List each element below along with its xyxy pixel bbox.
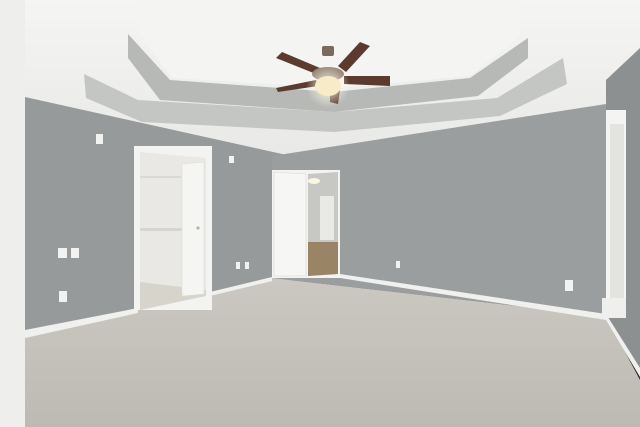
thermostat[interactable]	[96, 134, 103, 144]
fan-light	[315, 76, 341, 96]
wall-outlet-left-1[interactable]	[58, 248, 67, 258]
closet-shelf-top	[140, 176, 184, 178]
window-blinds[interactable]	[610, 124, 624, 302]
wall-outlet-back[interactable]	[396, 261, 400, 268]
hallway-door[interactable]	[273, 171, 307, 277]
left-column	[0, 0, 25, 427]
window-sill	[602, 298, 626, 318]
hallway-far-door	[320, 196, 334, 240]
wall-outlet-mid-2[interactable]	[245, 262, 249, 269]
empty-bedroom-scene	[0, 0, 640, 427]
closet-door[interactable]	[181, 161, 205, 297]
wall-outlet-left-2[interactable]	[71, 248, 79, 258]
light-switch-closet[interactable]	[229, 156, 234, 163]
closet-shelf	[140, 228, 184, 231]
closet-door-knob[interactable]	[196, 226, 200, 230]
fan-canopy	[322, 46, 334, 56]
wall-outlet-left-3[interactable]	[59, 291, 67, 302]
hallway-floor	[308, 242, 338, 276]
wall-outlet-mid-1[interactable]	[236, 262, 240, 269]
wall-outlet-right[interactable]	[565, 280, 573, 291]
hallway-ceiling-light	[308, 178, 320, 184]
